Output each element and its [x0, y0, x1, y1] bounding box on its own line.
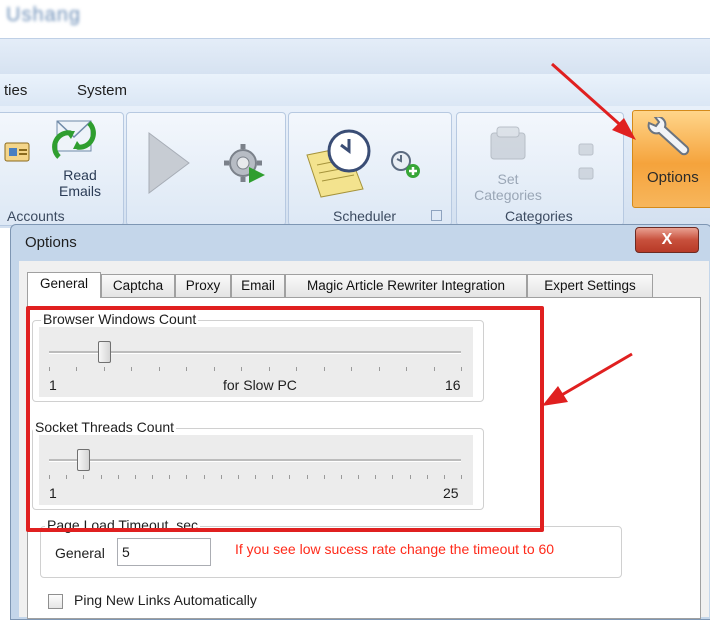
category-small-icon-2[interactable] — [577, 165, 595, 184]
tab-email[interactable]: Email — [231, 274, 285, 297]
group-label-accounts: Accounts — [7, 208, 65, 224]
add-schedule-icon[interactable] — [389, 149, 423, 182]
read-emails-label: Read Emails — [58, 167, 101, 199]
options-label: Options — [647, 169, 699, 186]
set-categories-label: Set Categories — [474, 171, 542, 203]
accounts-icon[interactable] — [3, 139, 33, 168]
close-button[interactable]: X — [635, 227, 699, 253]
timeout-hint: If you see low sucess rate change the ti… — [235, 541, 555, 557]
tab-proxy[interactable]: Proxy — [175, 274, 231, 297]
tab-expert-settings[interactable]: Expert Settings — [527, 274, 653, 297]
read-emails-icon[interactable] — [51, 117, 97, 164]
app-title-bar: Ushang — [0, 0, 710, 38]
page-load-timeout-input[interactable]: 5 — [117, 538, 211, 566]
ribbon-group-run — [126, 112, 286, 226]
menu-item-system[interactable]: System — [77, 82, 127, 99]
annotation-highlight-box — [26, 306, 544, 532]
annotation-arrow-sliders — [542, 352, 633, 406]
scheduler-launcher-icon[interactable] — [431, 210, 442, 221]
menu-item-properties[interactable]: ties — [4, 82, 27, 99]
tab-magic-article-rewriter[interactable]: Magic Article Rewriter Integration — [285, 274, 527, 297]
annotation-arrow-options — [551, 62, 636, 140]
ping-links-checkbox[interactable] — [48, 594, 63, 609]
app-title: Ushang — [6, 4, 81, 26]
page-load-group: Page Load Timeout, sec General 5 If you … — [40, 517, 622, 578]
group-label-scheduler: Scheduler — [333, 208, 397, 224]
page-load-field-label: General — [55, 545, 105, 561]
close-icon: X — [661, 231, 673, 248]
dialog-title: Options — [25, 234, 77, 251]
gear-run-icon[interactable] — [223, 141, 269, 190]
tab-general[interactable]: General — [27, 272, 101, 298]
tab-captcha[interactable]: Captcha — [101, 274, 175, 297]
play-icon[interactable] — [145, 131, 191, 198]
set-categories-icon[interactable] — [487, 123, 529, 166]
group-label-categories: Categories — [505, 208, 573, 224]
ping-links-label: Ping New Links Automatically — [74, 592, 257, 608]
scheduler-icon[interactable] — [303, 127, 373, 202]
ribbon-group-accounts: Read Emails Accounts — [0, 112, 124, 226]
ribbon-group-scheduler: Scheduler — [288, 112, 452, 226]
